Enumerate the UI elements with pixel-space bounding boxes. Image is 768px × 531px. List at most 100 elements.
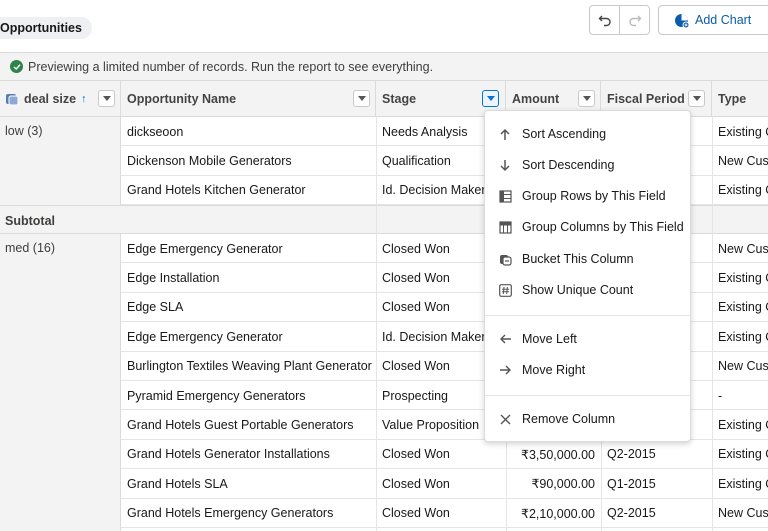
bucket-icon <box>498 252 512 266</box>
type-cell: Existing C <box>718 300 768 315</box>
opportunity-name-cell[interactable]: Grand Hotels Kitchen Generator <box>121 176 376 205</box>
redo-button[interactable] <box>619 6 649 34</box>
chevron-down-icon <box>692 95 701 101</box>
opportunity-name-cell[interactable]: Edge Installation <box>121 263 376 292</box>
opportunity-name-column-menu-button[interactable] <box>353 90 370 107</box>
amount-column-menu-button[interactable] <box>578 90 595 107</box>
header-deal-size[interactable]: deal size ↑ <box>0 81 121 117</box>
opportunity-name-cell[interactable]: Grand Hotels SLA <box>121 469 376 498</box>
chevron-down-icon <box>357 95 366 101</box>
opportunity-name-cell[interactable]: dickseoon <box>121 117 376 146</box>
opportunity-name-cell[interactable]: Edge Emergency Generator <box>121 322 376 351</box>
preview-message: Previewing a limited number of records. … <box>28 59 434 74</box>
subtotal-label: Subtotal <box>5 213 55 228</box>
menu-item-unique-count[interactable]: Show Unique Count <box>485 276 690 304</box>
menu-divider <box>485 395 690 396</box>
menu-item-sort-ascending[interactable]: Sort Ascending <box>485 120 690 148</box>
report-title: Opportunities <box>0 17 92 39</box>
stage-cell: Closed Won <box>382 476 450 491</box>
menu-item-move-right[interactable]: Move Right <box>485 356 690 384</box>
opportunity-name-cell[interactable]: Grand Hotels Guest Portable Generators <box>121 410 376 439</box>
opportunity-name-cell[interactable]: Dickenson Mobile Generators <box>121 146 376 175</box>
stage-cell: Closed Won <box>382 447 450 462</box>
opportunity-name-cell[interactable]: Edge Emergency Generator <box>121 234 376 263</box>
header-fiscal-period-label: Fiscal Period <box>607 92 685 106</box>
arrow-right-icon <box>498 363 512 377</box>
amount-cell: ₹90,000.00 <box>531 477 595 492</box>
preview-banner: Previewing a limited number of records. … <box>0 52 768 81</box>
header-opportunity-name[interactable]: Opportunity Name <box>121 81 376 117</box>
header-stage-label: Stage <box>382 92 417 106</box>
header-amount-label: Amount <box>512 92 560 106</box>
chevron-down-icon <box>102 95 111 101</box>
table-row: Grand Hotels Generator Installations Clos… <box>121 440 768 470</box>
menu-item-label: Show Unique Count <box>522 283 634 297</box>
amount-cell: ₹3,50,000.00 <box>521 447 595 462</box>
opportunity-name-cell[interactable]: Pyramid Emergency Generators <box>121 381 376 410</box>
amount-cell: ₹2,10,000.00 <box>521 506 595 521</box>
fiscal-period-column-menu-button[interactable] <box>688 90 705 107</box>
undo-redo-group <box>589 5 650 35</box>
table-row: Grand Hotels Emergency Generators Closed … <box>121 499 768 528</box>
opportunity-name-cell[interactable]: Grand Hotels Generator Installations <box>121 440 376 469</box>
group-cell-med: med (16) <box>0 234 121 531</box>
close-icon <box>498 412 512 426</box>
menu-item-label: Group Columns by This Field <box>522 220 684 234</box>
menu-item-label: Move Left <box>522 332 577 346</box>
type-cell: Existing C <box>718 183 768 198</box>
menu-item-label: Sort Descending <box>522 158 615 172</box>
arrow-up-icon <box>498 127 512 141</box>
type-cell: Existing C <box>718 329 768 344</box>
arrow-down-icon <box>498 158 512 172</box>
undo-button[interactable] <box>590 6 619 34</box>
table-row: Grand Hotels SLA Closed Won ₹90,000.00 Q1-2… <box>121 469 768 499</box>
stage-column-menu-button[interactable] <box>482 90 499 107</box>
opportunity-name-cell[interactable]: Edge SLA <box>121 293 376 322</box>
chevron-down-icon <box>486 95 495 101</box>
group-cell-low: low (3) <box>0 117 121 206</box>
menu-item-label: Move Right <box>522 363 586 377</box>
deal-size-column-menu-button[interactable] <box>98 90 115 107</box>
menu-item-remove-column[interactable]: Remove Column <box>485 405 690 433</box>
menu-item-group-columns[interactable]: Group Columns by This Field <box>485 213 690 241</box>
sort-ascending-indicator-icon: ↑ <box>81 93 87 105</box>
menu-item-group-rows[interactable]: Group Rows by This Field <box>485 182 690 210</box>
menu-divider <box>485 315 690 316</box>
type-cell: Existing C <box>718 417 768 432</box>
header-type[interactable]: Type <box>712 81 768 117</box>
stage-cell: Closed Won <box>382 506 450 521</box>
menu-item-label: Group Rows by This Field <box>522 189 666 203</box>
header-opportunity-name-label: Opportunity Name <box>127 92 237 106</box>
undo-icon <box>598 15 611 27</box>
group-columns-icon <box>498 220 512 234</box>
type-cell: New Cust <box>718 359 768 374</box>
chart-icon <box>674 13 689 28</box>
type-cell: Existing C <box>718 124 768 139</box>
header-deal-size-label: deal size <box>24 92 77 106</box>
menu-item-label: Bucket This Column <box>522 252 634 266</box>
type-cell: Existing C <box>718 476 768 491</box>
type-cell: - <box>718 388 723 403</box>
menu-item-label: Sort Ascending <box>522 127 607 141</box>
opportunity-name-cell[interactable]: Burlington Textiles Weaving Plant Genera… <box>121 352 376 381</box>
opportunity-name-cell[interactable]: Grand Hotels Emergency Generators <box>121 499 376 528</box>
menu-item-label: Remove Column <box>522 412 616 426</box>
type-cell: New Cust <box>718 506 768 521</box>
group-rows-icon <box>498 189 512 203</box>
add-chart-button[interactable]: Add Chart <box>658 5 768 35</box>
fiscal-period-cell: Q1-2015 <box>607 476 656 491</box>
add-chart-label: Add Chart <box>695 13 752 27</box>
chevron-down-icon <box>582 95 591 101</box>
arrow-left-icon <box>498 332 512 346</box>
type-cell: Existing C <box>718 447 768 462</box>
menu-item-bucket-column[interactable]: Bucket This Column <box>485 245 690 273</box>
menu-item-sort-descending[interactable]: Sort Descending <box>485 151 690 179</box>
type-cell: New Cust <box>718 241 768 256</box>
bucket-field-icon <box>6 94 19 106</box>
menu-item-move-left[interactable]: Move Left <box>485 325 690 353</box>
type-cell: Existing C <box>718 270 768 285</box>
success-check-icon <box>10 60 23 73</box>
redo-icon <box>629 15 642 27</box>
group-label-low: low (3) <box>5 124 43 138</box>
report-header: Opportunities Add Chart <box>0 0 768 52</box>
